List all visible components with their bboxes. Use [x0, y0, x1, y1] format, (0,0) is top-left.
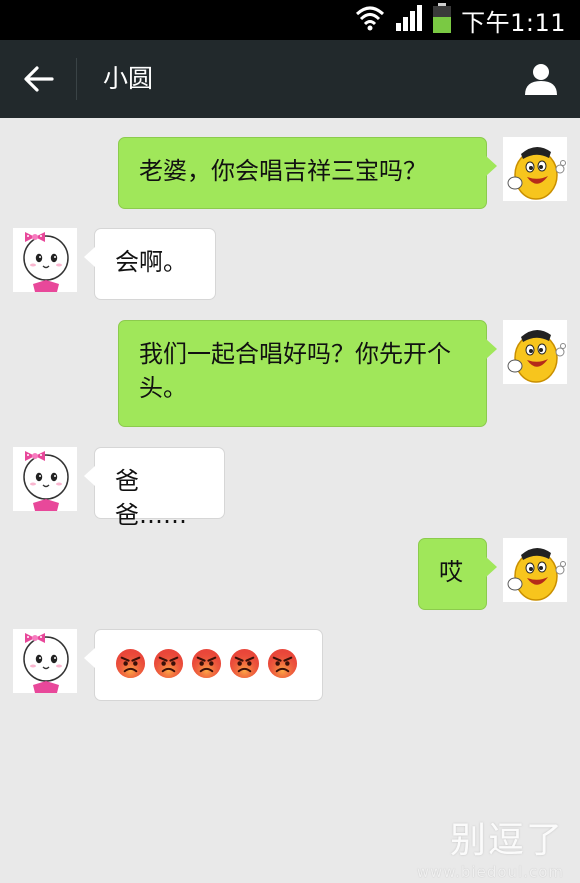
arrow-left-icon [24, 66, 54, 92]
status-bar: 下午1:11 [0, 0, 580, 40]
contact-avatar[interactable] [13, 447, 77, 511]
message-text: 会啊。 [115, 248, 187, 276]
message-bubble-received[interactable] [84, 629, 323, 701]
chat-title: 小圆 [103, 64, 154, 93]
contact-avatar[interactable] [13, 228, 77, 292]
message-text: 老婆，你会唱吉祥三宝吗？ [139, 157, 427, 185]
status-icons: 下午1:11 [355, 0, 566, 40]
my-avatar[interactable] [503, 137, 567, 201]
status-time: 下午1:11 [461, 8, 566, 37]
angry-face-icon [191, 648, 222, 679]
angry-face-icon [229, 648, 260, 679]
signal-icon [395, 5, 423, 35]
profile-button[interactable] [516, 54, 566, 104]
angry-face-icon [267, 648, 298, 679]
message-bubble-received[interactable]: 会啊。 [84, 228, 216, 300]
message-bubble-received[interactable]: 爸爸…… [84, 447, 225, 529]
back-button[interactable] [14, 54, 64, 104]
my-avatar[interactable] [503, 538, 567, 602]
battery-icon [433, 3, 452, 37]
message-text: 哎 [439, 558, 463, 586]
wifi-icon [355, 4, 385, 36]
message-bubble-sent[interactable]: 我们一起合唱好吗？你先开个头。 [118, 320, 497, 427]
header-divider [76, 58, 77, 100]
message-bubble-sent[interactable]: 老婆，你会唱吉祥三宝吗？ [118, 137, 497, 209]
chat-header: 小圆 [0, 40, 580, 118]
emoji-row [115, 646, 302, 680]
angry-face-icon [115, 648, 146, 679]
message-text: 我们一起合唱好吗？你先开个头。 [139, 340, 451, 402]
message-text: 爸爸…… [115, 467, 187, 529]
watermark-title: 别逗了 [449, 820, 564, 861]
watermark: 别逗了 www.biedoul.com [417, 811, 564, 881]
my-avatar[interactable] [503, 320, 567, 384]
angry-face-icon [153, 648, 184, 679]
message-bubble-sent[interactable]: 哎 [418, 538, 497, 610]
contact-avatar[interactable] [13, 629, 77, 693]
person-icon [525, 64, 557, 95]
watermark-url: www.biedoul.com [416, 863, 564, 881]
